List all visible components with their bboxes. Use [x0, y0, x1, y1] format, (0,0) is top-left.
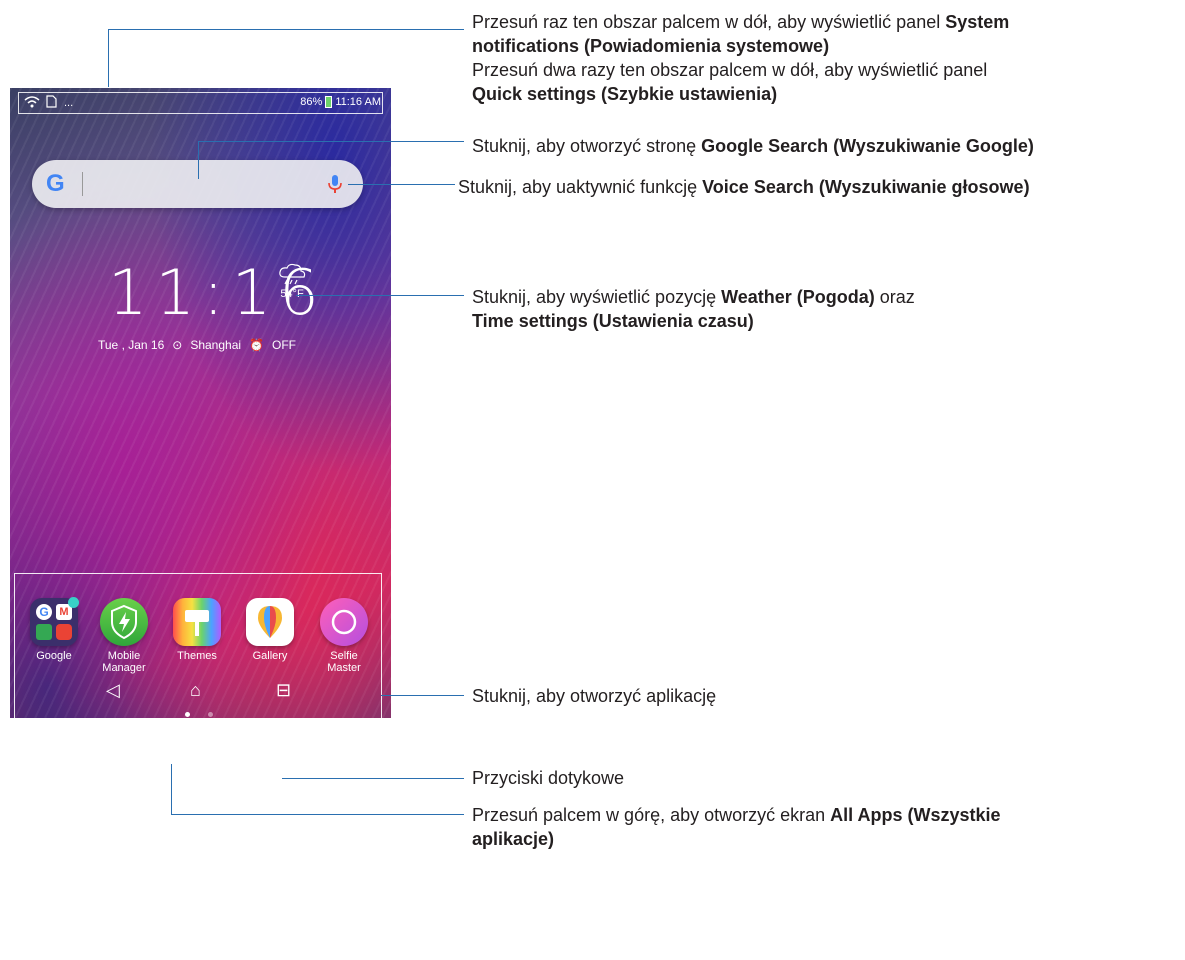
google-logo-icon: G: [46, 170, 65, 197]
annotation-bold: System: [945, 12, 1010, 32]
callout-line: [108, 29, 109, 87]
annotation-bold: All Apps (Wszystkie: [830, 805, 1001, 825]
annotation-bold: Voice Search (Wyszukiwanie głosowe): [702, 177, 1030, 197]
sim-icon: [46, 95, 58, 111]
app-label: Google: [36, 650, 72, 662]
alarm-text: OFF: [272, 338, 296, 352]
annotation-voice-search: Stuknij, aby uaktywnić funkcję Voice Sea…: [458, 175, 1178, 199]
annotation-touch-buttons: Przyciski dotykowe: [472, 766, 1172, 790]
back-button[interactable]: ◁: [106, 680, 120, 701]
battery-percent: 86%: [300, 96, 323, 108]
annotation-google-search: Stuknij, aby otworzyć stronę Google Sear…: [472, 134, 1172, 158]
callout-line: [108, 29, 464, 30]
annotation-text: Stuknij, aby wyświetlić pozycję: [472, 287, 722, 307]
callout-line: [348, 184, 455, 185]
date-line[interactable]: Tue , Jan 16 ⊙ Shanghai ⏰ OFF: [98, 338, 296, 352]
callout-line: [282, 778, 464, 779]
weather-temp: 54°F: [280, 288, 304, 300]
annotation-bold: Weather (Pogoda): [721, 287, 875, 307]
microphone-icon[interactable]: [323, 172, 347, 196]
location-text: Shanghai: [190, 338, 242, 352]
app-mobile-manager[interactable]: Mobile Manager: [92, 598, 156, 674]
annotation-text: Przesuń dwa razy ten obszar palcem w dół…: [472, 60, 988, 80]
app-google-folder[interactable]: G M Google: [22, 597, 86, 662]
alarm-icon: ⏰: [249, 338, 264, 352]
annotation-apps: Stuknij, aby otworzyć aplikację: [472, 684, 1172, 708]
phone-screen: ... 86% 11:16 AM G 11:16 54°F Tue , Jan …: [10, 88, 391, 718]
status-time: 11:16 AM: [335, 96, 381, 108]
annotation-all-apps: Przesuń palcem w górę, aby otworzyć ekra…: [472, 803, 1172, 851]
gallery-icon: [246, 598, 294, 646]
annotation-notifications: Przesuń raz ten obszar palcem w dół, aby…: [472, 10, 1172, 106]
cloud-rain-icon: [279, 263, 306, 285]
date-text: Tue , Jan 16: [98, 338, 165, 352]
annotation-bold: Time settings (Ustawienia czasu): [472, 311, 754, 331]
callout-line: [198, 141, 199, 179]
app-themes[interactable]: Themes: [165, 598, 229, 662]
app-label: Themes: [177, 650, 217, 662]
selfie-master-icon: [320, 598, 368, 646]
annotation-bold: notifications (Powiadomienia systemowe): [472, 36, 830, 56]
annotation-text: Przyciski dotykowe: [472, 768, 625, 788]
wifi-icon: [24, 95, 40, 111]
search-cursor: [82, 172, 83, 196]
annotation-weather: Stuknij, aby wyświetlić pozycję Weather …: [472, 285, 1172, 333]
home-button[interactable]: ⌂: [190, 680, 201, 701]
callout-line: [171, 814, 464, 815]
more-notifications-icon: ...: [64, 97, 74, 109]
callout-line: [198, 141, 464, 142]
annotation-text: Przesuń palcem w górę, aby otworzyć ekra…: [472, 805, 831, 825]
navigation-bar: ◁ ⌂ ⊟: [10, 670, 391, 718]
notification-badge: [68, 597, 79, 608]
callout-line: [296, 295, 464, 296]
google-folder-icon: G M: [30, 597, 79, 646]
app-selfie-master[interactable]: Selfie Master: [312, 598, 376, 674]
battery-icon: [325, 96, 333, 108]
app-label: Selfie: [330, 650, 358, 662]
annotation-text: Stuknij, aby otworzyć aplikację: [472, 686, 717, 706]
app-gallery[interactable]: Gallery: [238, 598, 302, 662]
annotation-text: Stuknij, aby uaktywnić funkcję: [458, 177, 703, 197]
app-label: Mobile: [107, 650, 141, 662]
callout-line: [381, 695, 464, 696]
recent-apps-button[interactable]: ⊟: [276, 680, 291, 701]
location-pin-icon: ⊙: [172, 338, 183, 352]
themes-icon: [173, 598, 221, 646]
mobile-manager-icon: [100, 598, 148, 646]
callout-line: [171, 764, 172, 814]
annotation-text: Przesuń raz ten obszar palcem w dół, aby…: [472, 12, 946, 32]
annotation-text: Stuknij, aby otworzyć stronę: [472, 136, 702, 156]
status-bar[interactable]: ... 86% 11:16 AM: [16, 92, 385, 114]
annotation-bold: Google Search (Wyszukiwanie Google): [701, 136, 1034, 156]
app-label: Gallery: [252, 650, 288, 662]
annotation-bold: Quick settings (Szybkie ustawienia): [472, 84, 778, 104]
annotation-text: oraz: [874, 287, 915, 307]
annotation-bold: aplikacje): [472, 829, 555, 849]
